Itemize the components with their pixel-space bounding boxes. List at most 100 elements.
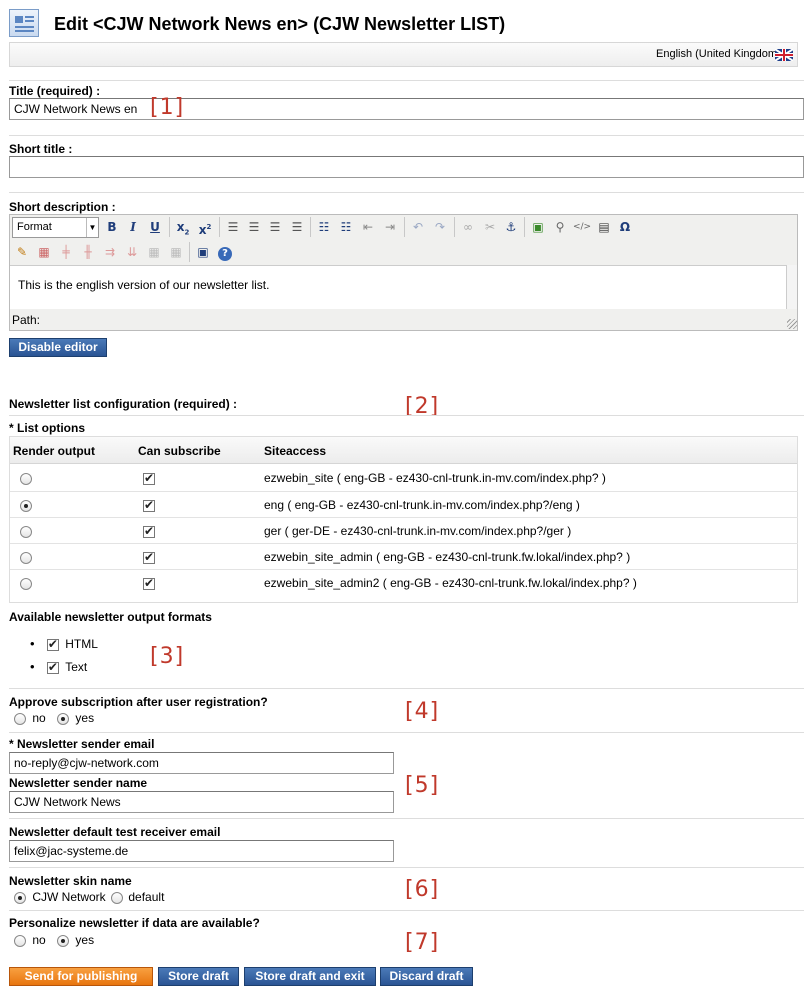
short-title-label: Short title : [9, 142, 73, 156]
bullet-list-icon[interactable]: ☷ [314, 217, 334, 237]
personalize-label: Personalize newsletter if data are avail… [9, 916, 260, 930]
sender-name-input[interactable]: CJW Network News [9, 791, 394, 813]
list-item: • HTML [30, 636, 98, 651]
short-description-label: Short description : [9, 200, 116, 214]
siteaccess-cell: ezwebin_site ( eng-GB - ez430-cnl-trunk.… [264, 471, 606, 485]
image-icon[interactable]: ▣ [528, 217, 548, 237]
annotation-6: [6] [405, 877, 440, 902]
editor-content: This is the english version of our newsl… [18, 278, 270, 292]
discard-draft-button[interactable]: Discard draft [380, 967, 473, 986]
personalize-no-radio[interactable] [14, 934, 26, 947]
siteaccess-cell: ezwebin_site_admin ( eng-GB - ez430-cnl-… [264, 550, 631, 564]
text-checkbox[interactable] [46, 660, 59, 674]
col-header-render: Render output [13, 444, 95, 458]
personalize-options: no yes [14, 933, 94, 947]
resize-handle-icon[interactable] [787, 319, 797, 329]
chevron-down-icon: ▼ [86, 218, 98, 237]
fullscreen-icon[interactable]: ▣ [193, 242, 213, 262]
disable-editor-button[interactable]: Disable editor [9, 338, 107, 357]
format-select[interactable]: Format ▼ [12, 217, 99, 238]
align-right-icon[interactable]: ☰ [265, 217, 285, 237]
title-input[interactable]: CJW Network News en [9, 98, 804, 120]
help-icon[interactable]: ? [215, 242, 235, 262]
align-justify-icon[interactable]: ☰ [287, 217, 307, 237]
table-col-icon[interactable]: ╫ [78, 242, 98, 262]
html-checkbox[interactable] [46, 637, 59, 651]
render-output-radio[interactable] [20, 551, 32, 564]
code-icon[interactable]: </> [572, 217, 592, 237]
approve-no-label: no [32, 711, 46, 725]
annotation-7: [7] [405, 930, 440, 955]
can-subscribe-checkbox[interactable] [143, 524, 155, 538]
underline-icon[interactable]: U [145, 217, 165, 237]
table-merge-icon[interactable]: ▦ [144, 242, 164, 262]
link-icon[interactable]: ∞ [458, 217, 478, 237]
language-label: English (United Kingdom) [656, 48, 781, 60]
approve-options: no yes [14, 711, 94, 725]
test-receiver-input[interactable]: felix@jac-systeme.de [9, 840, 394, 862]
options-table-header [10, 437, 797, 464]
siteaccess-cell: ezwebin_site_admin2 ( eng-GB - ez430-cnl… [264, 576, 637, 590]
superscript-icon[interactable]: x2 [195, 217, 215, 237]
approve-yes-radio[interactable] [57, 712, 70, 725]
table-delete-col-icon[interactable]: ⇊ [122, 242, 142, 262]
store-draft-exit-button[interactable]: Store draft and exit [244, 967, 376, 986]
uk-flag-icon [775, 49, 793, 61]
skin-cjw-radio[interactable] [14, 891, 26, 904]
table-insert-icon[interactable]: ▦ [34, 242, 54, 262]
render-output-radio[interactable] [20, 577, 32, 590]
personalize-yes-radio[interactable] [57, 934, 70, 947]
annotation-4: [4] [405, 699, 440, 724]
table-split-icon[interactable]: ▦ [166, 242, 186, 262]
redo-icon[interactable]: ↷ [430, 217, 450, 237]
align-left-icon[interactable]: ☰ [223, 217, 243, 237]
unlink-icon[interactable]: ✂ [480, 217, 500, 237]
attachment-icon[interactable]: ⚲ [550, 217, 570, 237]
annotation-1: [1] [150, 95, 185, 120]
numbered-list-icon[interactable]: ☷ [336, 217, 356, 237]
col-header-siteaccess: Siteaccess [264, 444, 327, 458]
subscript-icon[interactable]: x2 [173, 217, 193, 237]
omega-icon[interactable]: Ω [615, 217, 635, 237]
list-config-label: Newsletter list configuration (required)… [9, 397, 238, 411]
store-draft-button[interactable]: Store draft [158, 967, 239, 986]
outdent-icon[interactable]: ⇤ [358, 217, 378, 237]
edit-icon[interactable]: ✎ [12, 242, 32, 262]
skin-default-radio[interactable] [111, 891, 124, 904]
bold-icon[interactable]: B [102, 217, 122, 237]
italic-icon[interactable]: I [123, 217, 143, 237]
can-subscribe-checkbox[interactable] [143, 471, 155, 485]
align-center-icon[interactable]: ☰ [244, 217, 264, 237]
sender-name-label: Newsletter sender name [9, 776, 148, 790]
sender-email-input[interactable]: no-reply@cjw-network.com [9, 752, 394, 774]
can-subscribe-checkbox[interactable] [143, 498, 155, 512]
undo-icon[interactable]: ↶ [408, 217, 428, 237]
approve-yes-label: yes [75, 711, 95, 725]
personalize-no-label: no [32, 933, 46, 947]
list-options-label: * List options [9, 421, 85, 435]
render-output-radio[interactable] [20, 472, 32, 485]
can-subscribe-checkbox[interactable] [143, 576, 155, 590]
anchor-icon[interactable]: ⚓ [501, 217, 521, 237]
send-for-publishing-button[interactable]: Send for publishing [9, 967, 153, 986]
table-delete-row-icon[interactable]: ⇉ [100, 242, 120, 262]
render-output-radio[interactable] [20, 499, 32, 512]
table-row: ezwebin_site ( eng-GB - ez430-cnl-trunk.… [10, 465, 798, 491]
col-header-subscribe: Can subscribe [138, 444, 221, 458]
can-subscribe-checkbox[interactable] [143, 550, 155, 564]
indent-icon[interactable]: ⇥ [380, 217, 400, 237]
text-label: Text [65, 660, 88, 674]
document-icon[interactable]: ▤ [594, 217, 614, 237]
table-row-icon[interactable]: ╪ [56, 242, 76, 262]
editor-path-label: Path: [12, 313, 41, 327]
html-label: HTML [65, 637, 98, 651]
editor-scrollbar[interactable] [786, 265, 797, 309]
table-row: eng ( eng-GB - ez430-cnl-trunk.in-mv.com… [10, 491, 798, 517]
approve-no-radio[interactable] [14, 712, 26, 725]
title-label: Title (required) : [9, 84, 101, 98]
table-row: ezwebin_site_admin ( eng-GB - ez430-cnl-… [10, 543, 798, 569]
output-formats-label: Available newsletter output formats [9, 610, 212, 624]
render-output-radio[interactable] [20, 525, 32, 538]
skin-label: Newsletter skin name [9, 874, 132, 888]
short-title-input[interactable] [9, 156, 804, 178]
